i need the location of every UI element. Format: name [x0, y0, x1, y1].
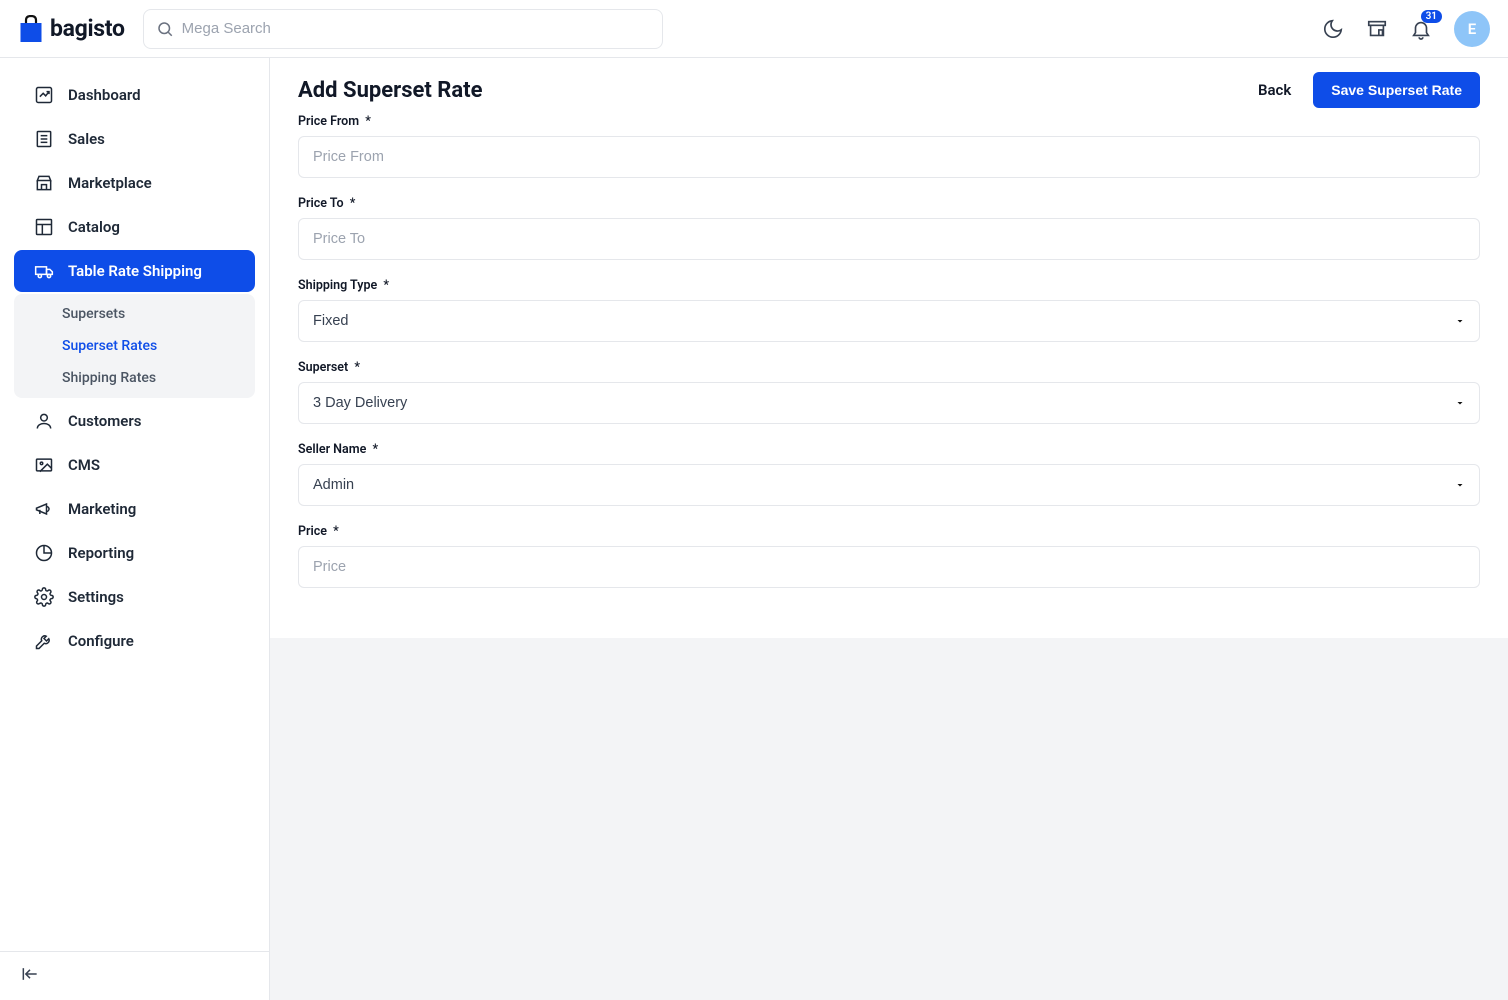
megaphone-icon	[34, 499, 54, 519]
sidebar-item-dashboard[interactable]: Dashboard	[14, 74, 255, 116]
required-mark: *	[365, 114, 371, 129]
avatar-initial: E	[1468, 20, 1476, 38]
label-price: Price *	[298, 524, 1480, 539]
sidebar-item-configure[interactable]: Configure	[14, 620, 255, 662]
label-seller-name: Seller Name *	[298, 442, 1480, 457]
brand-text: bagisto	[50, 15, 125, 42]
search-input[interactable]	[182, 20, 650, 37]
dark-mode-toggle[interactable]	[1322, 18, 1344, 40]
save-button[interactable]: Save Superset Rate	[1313, 72, 1480, 108]
notification-badge: 31	[1421, 10, 1442, 23]
sidebar-nav: Dashboard Sales Marketplace Catalog Tabl…	[0, 58, 269, 951]
sidebar-collapse-button[interactable]	[0, 951, 269, 1000]
required-mark: *	[350, 196, 356, 211]
label-shipping-type: Shipping Type *	[298, 278, 1480, 293]
input-price[interactable]	[298, 546, 1480, 588]
sidebar-item-label: Marketing	[68, 500, 136, 518]
field-superset: Superset * 3 Day Delivery	[298, 360, 1480, 424]
wrench-icon	[34, 631, 54, 651]
sidebar-item-label: Settings	[68, 588, 124, 606]
label-price-from: Price From *	[298, 114, 1480, 129]
page-title: Add Superset Rate	[298, 78, 483, 103]
sidebar-item-label: Catalog	[68, 218, 120, 236]
sidebar-item-settings[interactable]: Settings	[14, 576, 255, 618]
gear-icon	[34, 587, 54, 607]
required-mark: *	[372, 442, 378, 457]
sidebar: Dashboard Sales Marketplace Catalog Tabl…	[0, 58, 270, 1000]
pie-icon	[34, 543, 54, 563]
sidebar-item-label: Sales	[68, 130, 105, 148]
sidebar-item-label: Table Rate Shipping	[68, 262, 202, 280]
field-price-to: Price To *	[298, 196, 1480, 260]
field-seller-name: Seller Name * Admin	[298, 442, 1480, 506]
required-mark: *	[383, 278, 389, 293]
sidebar-item-label: Reporting	[68, 544, 134, 562]
chart-icon	[34, 85, 54, 105]
sidebar-item-sales[interactable]: Sales	[14, 118, 255, 160]
layout-icon	[34, 217, 54, 237]
sidebar-item-reporting[interactable]: Reporting	[14, 532, 255, 574]
page-header: Add Superset Rate Back Save Superset Rat…	[298, 72, 1480, 108]
sidebar-item-label: Dashboard	[68, 86, 141, 104]
sidebar-subnav: Supersets Superset Rates Shipping Rates	[14, 294, 255, 398]
search-icon	[156, 20, 174, 38]
required-mark: *	[354, 360, 360, 375]
sidebar-item-marketing[interactable]: Marketing	[14, 488, 255, 530]
back-link[interactable]: Back	[1258, 81, 1291, 99]
brand-logo[interactable]: bagisto	[18, 15, 125, 43]
moon-icon	[1322, 18, 1344, 40]
sidebar-item-label: Configure	[68, 632, 134, 650]
image-icon	[34, 455, 54, 475]
sidebar-item-customers[interactable]: Customers	[14, 400, 255, 442]
main-content: Add Superset Rate Back Save Superset Rat…	[270, 58, 1508, 1000]
field-shipping-type: Shipping Type * Fixed	[298, 278, 1480, 342]
sidebar-item-label: Customers	[68, 412, 141, 430]
select-shipping-type[interactable]: Fixed	[298, 300, 1480, 342]
avatar[interactable]: E	[1454, 11, 1490, 47]
input-price-from[interactable]	[298, 136, 1480, 178]
sidebar-item-marketplace[interactable]: Marketplace	[14, 162, 255, 204]
store-icon	[1366, 18, 1388, 40]
search-wrap	[143, 9, 663, 49]
topbar: bagisto 3	[0, 0, 1508, 58]
notifications-button[interactable]: 31	[1410, 18, 1432, 40]
bag-icon	[18, 15, 44, 43]
truck-icon	[34, 261, 54, 281]
sidebar-item-label: Marketplace	[68, 174, 152, 192]
storefront-icon	[34, 173, 54, 193]
input-price-to[interactable]	[298, 218, 1480, 260]
search-box[interactable]	[143, 9, 663, 49]
subnav-superset-rates[interactable]: Superset Rates	[14, 330, 255, 362]
sidebar-item-table-rate-shipping[interactable]: Table Rate Shipping	[14, 250, 255, 292]
label-price-to: Price To *	[298, 196, 1480, 211]
topbar-actions: 31 E	[1322, 11, 1490, 47]
label-superset: Superset *	[298, 360, 1480, 375]
select-seller-name[interactable]: Admin	[298, 464, 1480, 506]
field-price: Price *	[298, 524, 1480, 588]
subnav-shipping-rates[interactable]: Shipping Rates	[14, 362, 255, 394]
sidebar-item-catalog[interactable]: Catalog	[14, 206, 255, 248]
user-icon	[34, 411, 54, 431]
field-price-from: Price From *	[298, 114, 1480, 178]
required-mark: *	[333, 524, 339, 539]
sidebar-item-cms[interactable]: CMS	[14, 444, 255, 486]
select-superset[interactable]: 3 Day Delivery	[298, 382, 1480, 424]
store-link[interactable]	[1366, 18, 1388, 40]
form-panel: Add Superset Rate Back Save Superset Rat…	[270, 58, 1508, 638]
sidebar-item-label: CMS	[68, 456, 100, 474]
list-icon	[34, 129, 54, 149]
header-actions: Back Save Superset Rate	[1258, 72, 1480, 108]
subnav-supersets[interactable]: Supersets	[14, 298, 255, 330]
collapse-icon	[20, 964, 40, 984]
